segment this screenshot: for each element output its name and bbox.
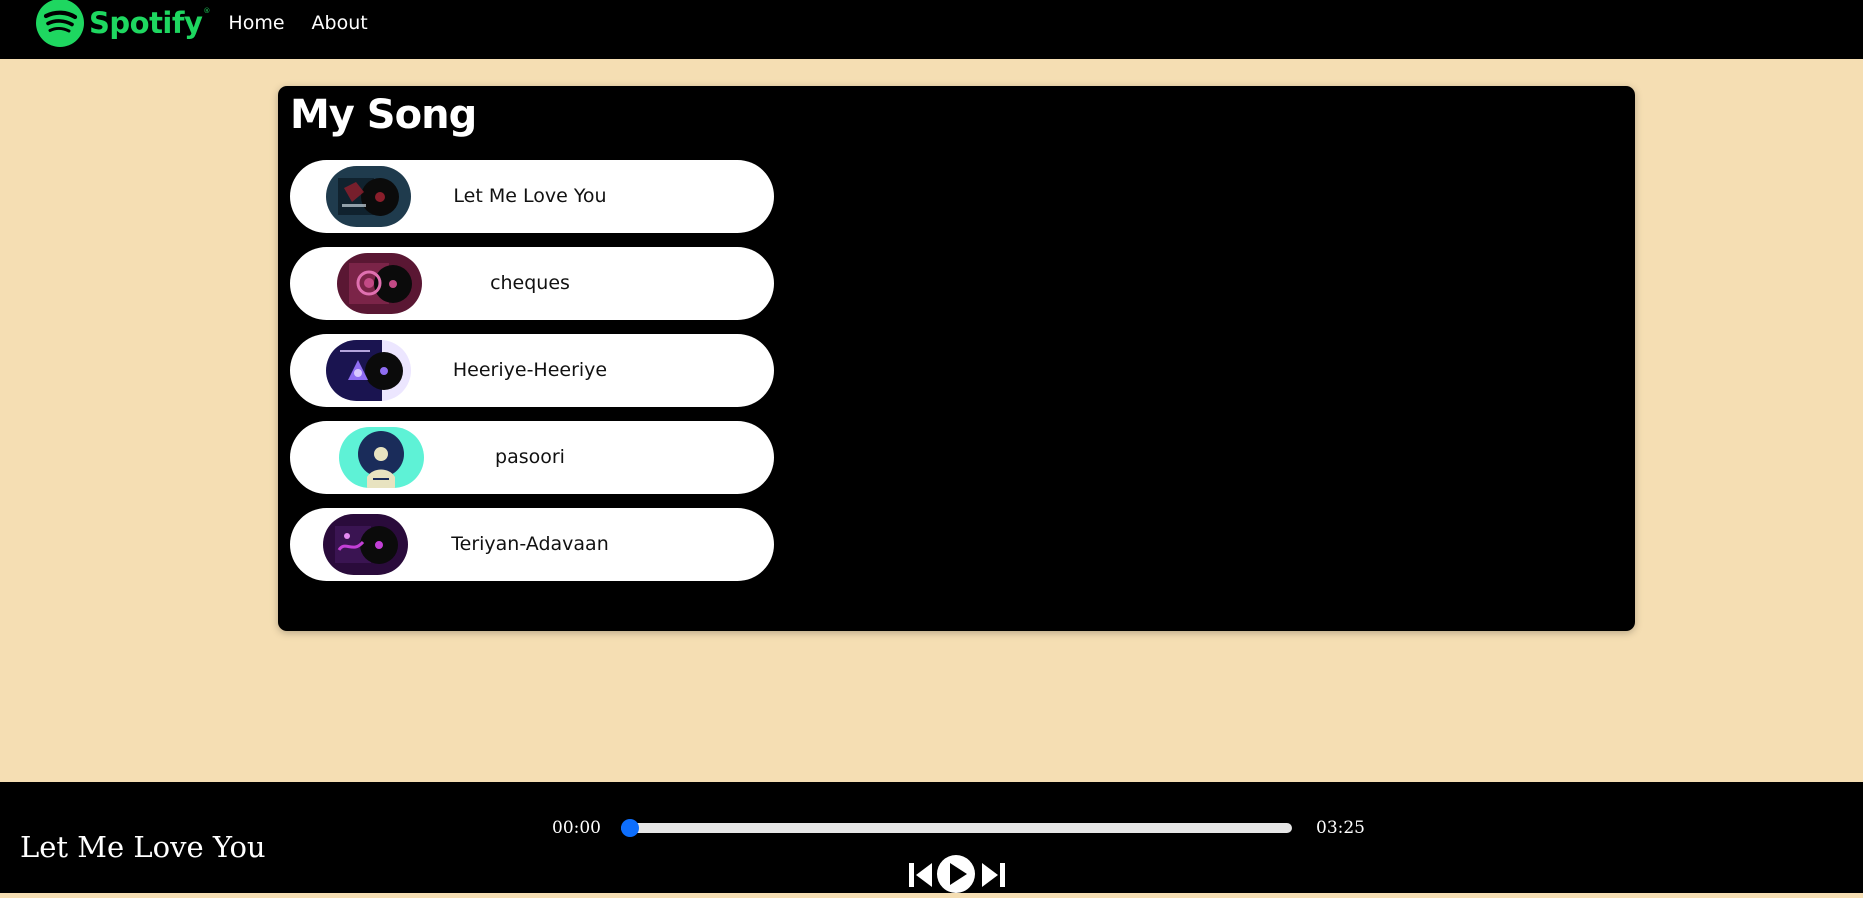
brand-name: Spotify <box>89 5 203 40</box>
song-item[interactable]: Heeriye-Heeriye <box>290 334 774 407</box>
spotify-logo-icon <box>36 0 84 47</box>
current-time: 00:00 <box>552 818 601 838</box>
player-bar: Let Me Love You 00:00 03:25 <box>0 782 1863 893</box>
album-cover <box>326 166 411 227</box>
song-item[interactable]: pasoori <box>290 421 774 494</box>
progress-thumb[interactable] <box>621 819 639 837</box>
now-playing-title: Let Me Love You <box>20 830 266 864</box>
next-icon[interactable] <box>978 854 1008 898</box>
total-time: 03:25 <box>1316 818 1365 838</box>
nav-link-home[interactable]: Home <box>228 12 284 34</box>
registered-mark: ® <box>203 6 211 15</box>
play-icon[interactable] <box>935 854 977 898</box>
song-name: pasoori <box>495 446 565 468</box>
album-cover <box>326 340 411 401</box>
album-cover <box>323 514 408 575</box>
song-name: cheques <box>490 272 570 294</box>
navbar: Spotify ® Home About <box>0 0 1863 59</box>
song-name: Teriyan-Adavaan <box>451 533 609 555</box>
song-list: Let Me Love You cheques Heeriye-Heeriye … <box>290 160 774 595</box>
page-title: My Song <box>290 92 477 138</box>
song-item[interactable]: Let Me Love You <box>290 160 774 233</box>
song-name: Heeriye-Heeriye <box>452 359 608 381</box>
song-name: Let Me Love You <box>453 185 607 207</box>
spotify-logo[interactable]: Spotify ® <box>36 0 210 47</box>
previous-icon[interactable] <box>906 854 936 898</box>
song-item[interactable]: cheques <box>290 247 774 320</box>
nav-link-about[interactable]: About <box>312 12 368 34</box>
playback-controls <box>906 854 1008 894</box>
song-panel: My Song Let Me Love You cheques Heeriye-… <box>278 86 1635 631</box>
progress-bar[interactable] <box>621 819 1292 837</box>
song-item[interactable]: Teriyan-Adavaan <box>290 508 774 581</box>
